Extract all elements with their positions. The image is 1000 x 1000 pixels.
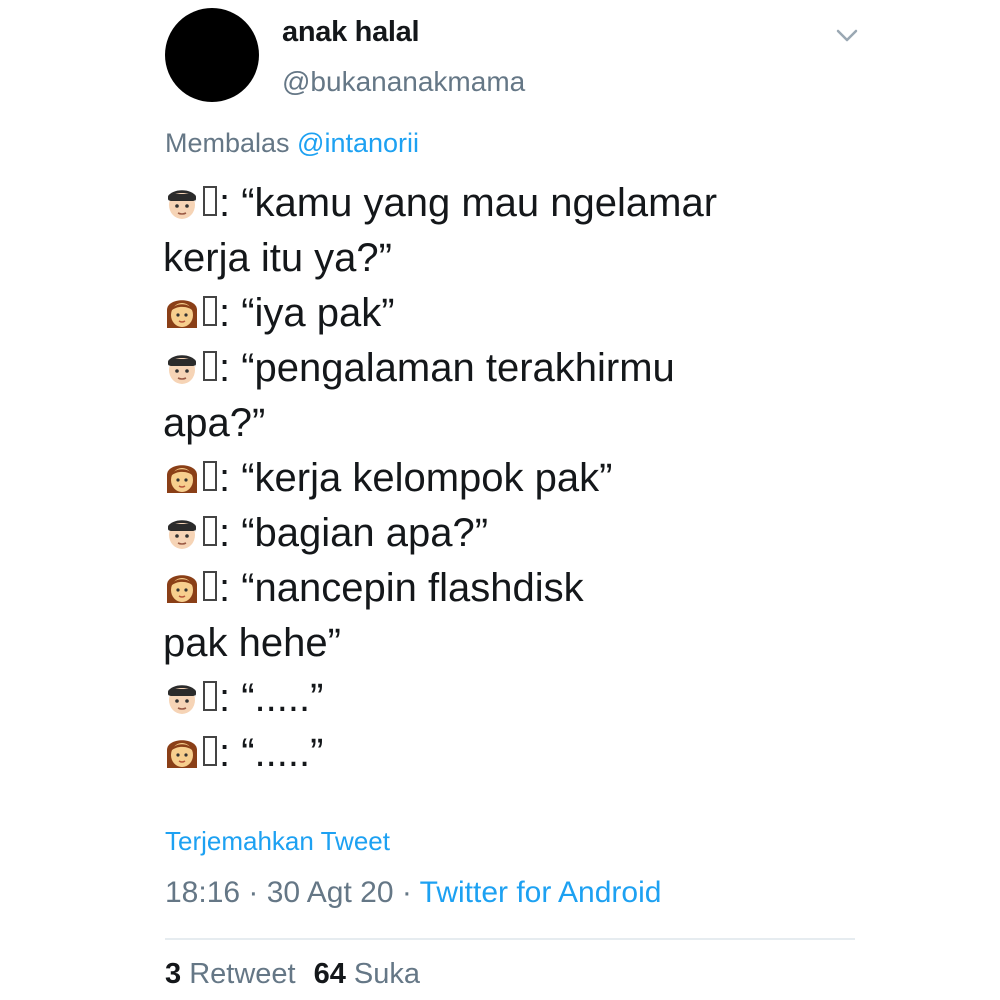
- retweet-stat[interactable]: 3 Retweet: [165, 958, 296, 990]
- woman-face-icon: [163, 732, 201, 770]
- tweet-line-text: : “nancepin flashdisk: [219, 566, 584, 610]
- translate-tweet-link[interactable]: Terjemahkan Tweet: [165, 826, 390, 857]
- meta-separator: ·: [240, 876, 267, 909]
- reply-context: Membalas @intanorii: [165, 128, 419, 159]
- missing-glyph-icon: [203, 736, 217, 767]
- woman-face-icon: [163, 567, 201, 605]
- tweet-text: : “kamu yang mau ngelamar kerja itu ya?”:…: [163, 176, 863, 781]
- man-face-icon: [163, 512, 201, 550]
- man-face-icon: [163, 677, 201, 715]
- tweet-time: 18:16: [165, 876, 241, 909]
- tweet-line-text: apa?”: [163, 401, 266, 445]
- tweet-line: : “bagian apa?”: [163, 506, 863, 561]
- missing-glyph-icon: [203, 461, 217, 492]
- tweet-stats: 3 Retweet 64 Suka: [165, 958, 420, 991]
- tweet-line-text: pak hehe”: [163, 621, 341, 665]
- tweet-line: : “.....”: [163, 671, 863, 726]
- like-label: Suka: [353, 958, 421, 990]
- tweet-line-text: : “bagian apa?”: [219, 511, 489, 555]
- tweet-line: apa?”: [163, 396, 863, 451]
- tweet-line: : “kamu yang mau ngelamar: [163, 176, 863, 231]
- tweet-date: 30 Agt 20: [266, 876, 394, 909]
- woman-face-icon: [163, 292, 201, 330]
- display-name[interactable]: anak halal: [282, 16, 420, 49]
- woman-face-icon: [163, 457, 201, 495]
- like-stat[interactable]: 64 Suka: [314, 958, 420, 990]
- divider: [165, 938, 855, 940]
- retweet-label: Retweet: [189, 958, 296, 990]
- tweet-line-text: : “iya pak”: [219, 291, 395, 335]
- missing-glyph-icon: [203, 296, 217, 327]
- chevron-down-icon[interactable]: [834, 22, 860, 48]
- tweet-meta: 18:16 · 30 Agt 20 · Twitter for Android: [165, 876, 661, 910]
- missing-glyph-icon: [203, 186, 217, 217]
- missing-glyph-icon: [203, 681, 217, 712]
- tweet-line: : “kerja kelompok pak”: [163, 451, 863, 506]
- man-face-icon: [163, 347, 201, 385]
- tweet-line: pak hehe”: [163, 616, 863, 671]
- tweet-line-text: : “kamu yang mau ngelamar: [219, 181, 718, 225]
- tweet-line-text: : “kerja kelompok pak”: [219, 456, 613, 500]
- meta-separator: ·: [393, 876, 420, 909]
- missing-glyph-icon: [203, 516, 217, 547]
- tweet-line: : “iya pak”: [163, 286, 863, 341]
- like-count: 64: [313, 958, 346, 990]
- missing-glyph-icon: [203, 351, 217, 382]
- tweet-line-text: : “.....”: [219, 731, 324, 775]
- tweet-line: : “pengalaman terakhirmu: [163, 341, 863, 396]
- user-handle[interactable]: @bukananakmama: [282, 66, 525, 98]
- reply-mention-link[interactable]: @intanorii: [297, 128, 419, 158]
- tweet-line: : “nancepin flashdisk: [163, 561, 863, 616]
- retweet-count: 3: [165, 958, 182, 990]
- tweet-line-text: : “pengalaman terakhirmu: [219, 346, 675, 390]
- reply-prefix: Membalas: [165, 128, 298, 158]
- tweet-source-link[interactable]: Twitter for Android: [420, 876, 662, 909]
- tweet-line-text: : “.....”: [219, 676, 324, 720]
- tweet-line: : “.....”: [163, 726, 863, 781]
- tweet-line: kerja itu ya?”: [163, 231, 863, 286]
- missing-glyph-icon: [203, 571, 217, 602]
- man-face-icon: [163, 182, 201, 220]
- avatar[interactable]: [165, 8, 259, 102]
- tweet-line-text: kerja itu ya?”: [163, 236, 392, 280]
